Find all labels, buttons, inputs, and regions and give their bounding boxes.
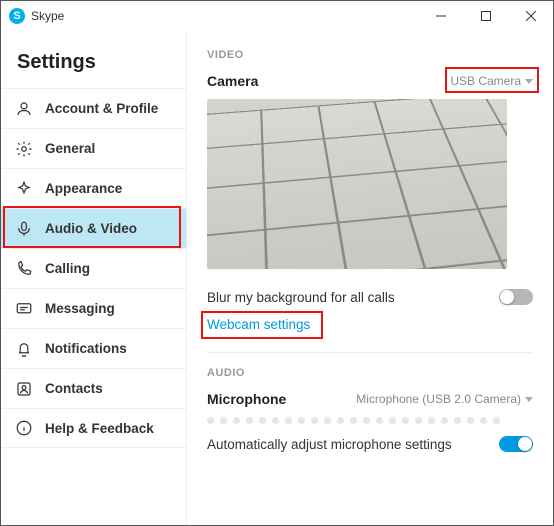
sidebar: Settings Account & Profile General Appea… (1, 31, 187, 525)
maximize-button[interactable] (463, 1, 508, 31)
sidebar-item-label: Appearance (45, 181, 122, 196)
microphone-label: Microphone (207, 391, 286, 407)
blur-background-label: Blur my background for all calls (207, 290, 395, 305)
sidebar-item-notifications[interactable]: Notifications (1, 328, 186, 368)
camera-selected-value: USB Camera (450, 74, 521, 88)
auto-adjust-mic-label: Automatically adjust microphone settings (207, 437, 452, 452)
sidebar-item-audio-video[interactable]: Audio & Video (1, 208, 186, 248)
close-button[interactable] (508, 1, 553, 31)
sidebar-item-general[interactable]: General (1, 128, 186, 168)
minimize-button[interactable] (418, 1, 463, 31)
microphone-selected-value: Microphone (USB 2.0 Camera) (356, 392, 521, 406)
auto-adjust-mic-row: Automatically adjust microphone settings (207, 428, 533, 460)
sidebar-item-label: Messaging (45, 301, 115, 316)
camera-preview (207, 99, 507, 269)
sidebar-item-appearance[interactable]: Appearance (1, 168, 186, 208)
camera-dropdown[interactable]: USB Camera (450, 74, 533, 88)
camera-row: Camera USB Camera (207, 73, 533, 89)
sidebar-item-contacts[interactable]: Contacts (1, 368, 186, 408)
sidebar-item-label: Account & Profile (45, 101, 158, 116)
titlebar: S Skype (1, 1, 553, 31)
microphone-dropdown[interactable]: Microphone (USB 2.0 Camera) (356, 392, 533, 406)
sidebar-item-label: General (45, 141, 95, 156)
sidebar-item-help-feedback[interactable]: Help & Feedback (1, 408, 186, 448)
blur-background-toggle[interactable] (499, 289, 533, 305)
microphone-icon (15, 220, 33, 238)
microphone-level-meter (207, 417, 533, 424)
chevron-down-icon (525, 397, 533, 402)
sidebar-title: Settings (1, 43, 186, 88)
app-window: S Skype Settings Account & Profile Gener… (0, 0, 554, 526)
skype-icon: S (9, 8, 25, 24)
contacts-icon (15, 380, 33, 398)
sidebar-item-account-profile[interactable]: Account & Profile (1, 88, 186, 128)
microphone-row: Microphone Microphone (USB 2.0 Camera) (207, 391, 533, 407)
bell-icon (15, 340, 33, 358)
sidebar-item-label: Notifications (45, 341, 127, 356)
preview-image (207, 99, 507, 269)
auto-adjust-mic-toggle[interactable] (499, 436, 533, 452)
chevron-down-icon (525, 79, 533, 84)
app-title: Skype (31, 9, 64, 23)
sparkle-icon (15, 180, 33, 198)
sidebar-item-calling[interactable]: Calling (1, 248, 186, 288)
blur-background-row: Blur my background for all calls (207, 281, 533, 313)
camera-label: Camera (207, 73, 258, 89)
webcam-settings-link[interactable]: Webcam settings (207, 313, 310, 342)
main-panel: VIDEO Camera USB Camera Blur my backgrou… (187, 31, 553, 525)
info-icon (15, 419, 33, 437)
section-divider (207, 352, 533, 353)
video-section-label: VIDEO (207, 49, 533, 61)
phone-icon (15, 260, 33, 278)
message-icon (15, 300, 33, 318)
sidebar-item-messaging[interactable]: Messaging (1, 288, 186, 328)
sidebar-item-label: Audio & Video (45, 221, 137, 236)
person-icon (15, 100, 33, 118)
sidebar-item-label: Contacts (45, 381, 103, 396)
sidebar-item-label: Calling (45, 261, 90, 276)
gear-icon (15, 140, 33, 158)
sidebar-item-label: Help & Feedback (45, 421, 154, 436)
audio-section-label: AUDIO (207, 367, 533, 379)
